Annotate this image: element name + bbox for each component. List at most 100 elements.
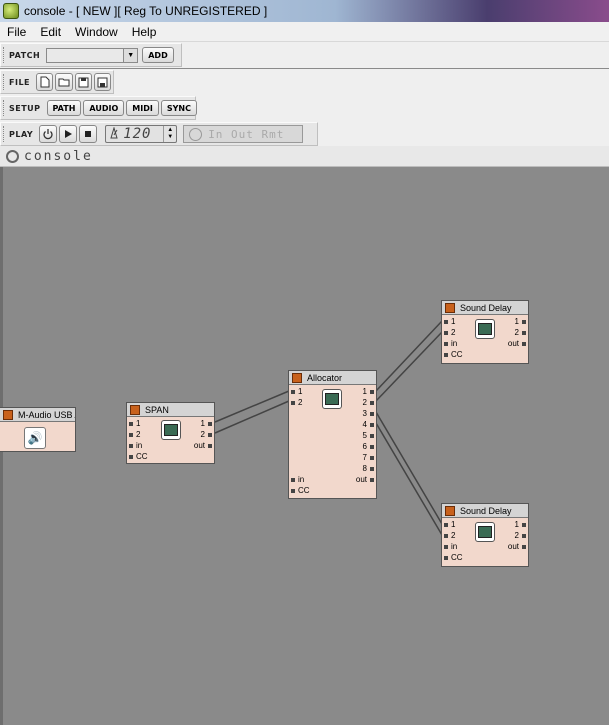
module-sound-delay-2[interactable]: Sound Delay 1 2 in CC 1 2 out: [441, 503, 529, 567]
input-port[interactable]: 2: [291, 399, 302, 407]
chevron-up-icon[interactable]: ▲: [167, 127, 173, 134]
module-span[interactable]: SPAN 1 2 in CC 1 2 out: [126, 402, 215, 464]
output-port[interactable]: 8: [363, 465, 374, 473]
window-titlebar: console - [ NEW ][ Reg To UNREGISTERED ]: [0, 0, 609, 22]
module-allocator[interactable]: Allocator 1 2 in CC 1 2 3 4 5 6 7 8 out: [288, 370, 377, 499]
setup-label: SETUP: [9, 103, 41, 113]
output-port[interactable]: out: [508, 543, 526, 551]
module-header[interactable]: M-Audio USB A: [0, 408, 75, 422]
module-sound-delay-1[interactable]: Sound Delay 1 2 in CC 1 2 out: [441, 300, 529, 364]
output-port[interactable]: 6: [363, 443, 374, 451]
chevron-down-icon[interactable]: ▼: [167, 134, 173, 141]
module-title: SPAN: [145, 404, 169, 415]
module-title: Sound Delay: [460, 505, 512, 516]
tempo-value: 120: [123, 126, 152, 142]
console-header-title: console: [24, 148, 93, 164]
speaker-icon[interactable]: 🔊: [24, 427, 46, 449]
menu-file[interactable]: File: [0, 25, 33, 39]
play-label: PLAY: [9, 129, 34, 139]
module-editor-icon[interactable]: [475, 522, 495, 542]
input-port[interactable]: 2: [444, 329, 455, 337]
sync-button[interactable]: SYNC: [160, 100, 197, 116]
output-port[interactable]: 1: [363, 388, 374, 396]
path-button[interactable]: PATH: [46, 100, 82, 116]
app-icon: [3, 3, 19, 19]
output-port[interactable]: out: [356, 476, 374, 484]
module-title: Sound Delay: [460, 302, 512, 313]
module-maudio[interactable]: M-Audio USB A 🔊: [0, 407, 76, 452]
input-port[interactable]: 1: [129, 420, 140, 428]
input-port[interactable]: in: [129, 442, 142, 450]
menubar: File Edit Window Help: [0, 22, 609, 42]
input-port[interactable]: 2: [444, 532, 455, 540]
input-port[interactable]: CC: [291, 487, 310, 495]
file-label: FILE: [9, 77, 31, 87]
input-port[interactable]: 1: [444, 521, 455, 529]
input-port[interactable]: 2: [129, 431, 140, 439]
menu-help[interactable]: Help: [125, 25, 164, 39]
output-port[interactable]: 2: [363, 399, 374, 407]
input-port[interactable]: 1: [444, 318, 455, 326]
toolbar-grip[interactable]: [3, 100, 6, 116]
save-icon[interactable]: [74, 73, 92, 91]
input-port[interactable]: in: [444, 543, 457, 551]
toolbar-grip[interactable]: [3, 74, 6, 90]
module-editor-icon[interactable]: [161, 420, 181, 440]
output-port[interactable]: 2: [515, 532, 526, 540]
toolbar-grip[interactable]: [3, 47, 6, 63]
input-port[interactable]: in: [444, 340, 457, 348]
output-port[interactable]: 1: [201, 420, 212, 428]
audio-button[interactable]: AUDIO: [83, 100, 125, 116]
midi-button[interactable]: MIDI: [126, 100, 159, 116]
tempo-spinner[interactable]: ▲ ▼: [163, 126, 176, 142]
module-marker-icon: [3, 409, 13, 420]
chevron-down-icon[interactable]: ▼: [123, 48, 138, 62]
play-icon[interactable]: [59, 125, 78, 143]
input-port[interactable]: CC: [444, 351, 463, 359]
module-editor-icon[interactable]: [322, 389, 342, 409]
output-port[interactable]: 4: [363, 421, 374, 429]
setup-toolbar: SETUP PATH AUDIO MIDI SYNC: [0, 96, 197, 120]
output-port[interactable]: 3: [363, 410, 374, 418]
toolbar-grip[interactable]: [3, 126, 6, 142]
stop-icon[interactable]: [79, 125, 98, 143]
menu-window[interactable]: Window: [68, 25, 125, 39]
output-port[interactable]: 2: [515, 329, 526, 337]
module-header[interactable]: Allocator: [289, 371, 376, 385]
patch-label: PATCH: [9, 50, 41, 60]
output-port[interactable]: 1: [515, 318, 526, 326]
output-port[interactable]: 1: [515, 521, 526, 529]
output-port[interactable]: 2: [201, 431, 212, 439]
output-port[interactable]: out: [508, 340, 526, 348]
file-toolbar: FILE: [0, 70, 114, 94]
module-title: Allocator: [307, 372, 343, 383]
input-port[interactable]: in: [291, 476, 304, 484]
menu-edit[interactable]: Edit: [33, 25, 68, 39]
module-header[interactable]: Sound Delay: [442, 301, 528, 315]
input-port[interactable]: CC: [129, 453, 148, 461]
output-port[interactable]: out: [194, 442, 212, 450]
output-port[interactable]: 5: [363, 432, 374, 440]
module-header[interactable]: Sound Delay: [442, 504, 528, 518]
output-port[interactable]: 7: [363, 454, 374, 462]
tempo-stepper[interactable]: 120 ▲ ▼: [105, 125, 178, 143]
module-editor-icon[interactable]: [475, 319, 495, 339]
console-logo-icon: [6, 149, 19, 163]
remote-status-text: In Out Rmt: [208, 127, 285, 141]
new-file-icon[interactable]: [36, 73, 54, 91]
patch-select[interactable]: ▼: [46, 47, 139, 63]
module-marker-icon: [292, 372, 302, 383]
module-marker-icon: [445, 302, 455, 313]
save-as-icon[interactable]: [93, 73, 112, 91]
module-marker-icon: [445, 505, 455, 516]
power-icon[interactable]: [39, 125, 58, 143]
remote-status: In Out Rmt: [183, 125, 304, 143]
window-title: console - [ NEW ][ Reg To UNREGISTERED ]: [24, 4, 268, 18]
clock-icon: [189, 127, 203, 141]
input-port[interactable]: CC: [444, 554, 463, 562]
module-marker-icon: [130, 404, 140, 415]
module-header[interactable]: SPAN: [127, 403, 214, 417]
input-port[interactable]: 1: [291, 388, 302, 396]
add-patch-button[interactable]: ADD: [142, 47, 174, 63]
open-folder-icon[interactable]: [55, 73, 73, 91]
